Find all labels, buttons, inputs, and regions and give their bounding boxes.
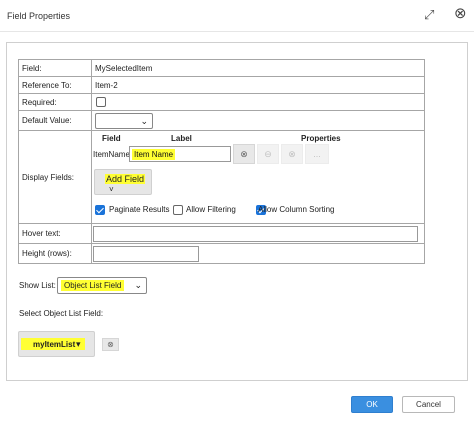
move-down-icon[interactable]: ⊗ xyxy=(281,144,303,164)
display-fields-editor: Field Label Properties ItemName Item Nam… xyxy=(92,131,424,223)
reference-label: Reference To: xyxy=(18,76,92,94)
item-label-input[interactable]: Item Name xyxy=(129,146,231,162)
object-list-value: myItemList xyxy=(33,340,76,349)
object-list-dropdown[interactable]: myItemList ▾ xyxy=(18,331,95,357)
required-label: Required: xyxy=(18,93,92,111)
chevron-down-icon: ⌄ xyxy=(140,115,148,126)
ok-button[interactable]: OK xyxy=(351,396,393,413)
more-properties-icon[interactable]: ... xyxy=(305,144,329,164)
hover-text-input[interactable] xyxy=(93,225,418,242)
show-list-value: Object List Field xyxy=(61,280,125,291)
col-label-header: Label xyxy=(171,134,192,143)
field-value: MySelectedItem xyxy=(91,59,425,77)
default-value-label: Default Value: xyxy=(18,110,92,131)
maximize-icon[interactable]: ⤢ xyxy=(424,8,438,22)
clear-icon[interactable]: ⊗ xyxy=(102,338,119,351)
chevron-down-icon: ˅ xyxy=(109,185,114,194)
remove-field-icon[interactable]: ⊗ xyxy=(233,144,255,164)
height-rows-input[interactable] xyxy=(93,245,199,262)
show-list-label: Show List: xyxy=(19,281,56,290)
dialog-titlebar: Field Properties ⤢ ⊗ xyxy=(0,0,474,32)
col-field-header: Field xyxy=(102,134,121,143)
item-field-name: ItemName xyxy=(93,150,130,159)
show-list-select[interactable]: Object List Field ⌄ xyxy=(57,277,147,294)
hover-text-label: Hover text: xyxy=(18,223,92,244)
select-object-list-label: Select Object List Field: xyxy=(19,309,104,318)
allow-sorting-label: Allow Column Sorting xyxy=(258,205,335,214)
dialog-title: Field Properties xyxy=(7,11,71,21)
required-checkbox[interactable] xyxy=(96,97,106,107)
allow-filtering-checkbox[interactable] xyxy=(173,205,183,215)
close-icon[interactable]: ⊗ xyxy=(454,6,470,22)
default-value-select[interactable]: ⌄ xyxy=(95,112,153,129)
item-label-value: Item Name xyxy=(132,149,176,160)
move-up-icon[interactable]: ⊖ xyxy=(257,144,279,164)
field-label: Field: xyxy=(18,59,92,77)
allow-filtering-label: Allow Filtering xyxy=(186,205,236,214)
height-rows-label: Height (rows): xyxy=(18,243,92,264)
add-field-button[interactable]: Add Field ˅ xyxy=(94,169,152,195)
add-field-label: Add Field xyxy=(105,174,146,184)
cancel-button[interactable]: Cancel xyxy=(402,396,455,413)
properties-grid: Field: MySelectedItem Reference To: Item… xyxy=(18,59,425,264)
chevron-down-icon: ⌄ xyxy=(134,280,142,290)
chevron-down-icon: ▾ xyxy=(76,339,81,349)
display-fields-label: Display Fields: xyxy=(18,130,92,224)
paginate-checkbox[interactable] xyxy=(95,205,105,215)
reference-value: Item-2 xyxy=(91,76,425,94)
col-properties-header: Properties xyxy=(301,134,341,143)
paginate-label: Paginate Results xyxy=(109,205,170,214)
